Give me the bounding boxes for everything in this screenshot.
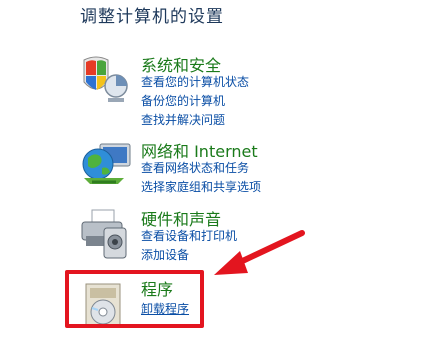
category-system-security: 系统和安全 查看您的计算机状态 备份您的计算机 查找并解决问题 [78, 52, 298, 132]
link-backup-computer[interactable]: 备份您的计算机 [141, 92, 225, 109]
category-network-internet: 网络和 Internet 查看网络状态和任务 选择家庭组和共享选项 [78, 138, 318, 198]
shield-flag-icon [83, 56, 128, 102]
link-view-computer-status[interactable]: 查看您的计算机状态 [141, 73, 249, 90]
link-homegroup-sharing[interactable]: 选择家庭组和共享选项 [141, 178, 261, 195]
link-add-device[interactable]: 添加设备 [141, 246, 189, 263]
link-network-status[interactable]: 查看网络状态和任务 [141, 159, 249, 176]
globe-network-icon [82, 143, 131, 184]
annotation-arrow-icon [214, 230, 305, 275]
highlight-box [65, 270, 204, 328]
link-troubleshoot[interactable]: 查找并解决问题 [141, 111, 225, 128]
page-title: 调整计算机的设置 [80, 7, 224, 27]
printer-speaker-icon [81, 209, 127, 259]
